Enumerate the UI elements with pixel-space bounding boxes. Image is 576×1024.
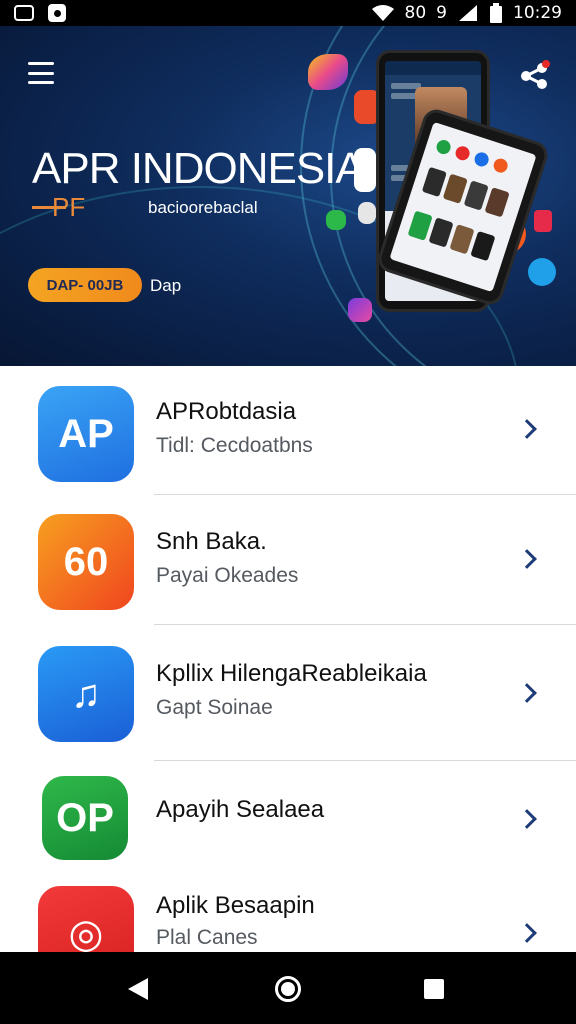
app-title: Kpllix HilengaReableikaia [156, 660, 427, 687]
app-subtitle: Tidl: Cecdoatbns [156, 434, 313, 457]
battery-icon [490, 3, 502, 23]
app-title: Apayih Sealaea [156, 796, 325, 823]
navigation-bar [0, 952, 576, 1024]
recent-apps-icon[interactable] [424, 979, 444, 999]
decorative-globe-icon [528, 258, 556, 286]
list-item[interactable]: OP Apayih Sealaea [0, 762, 576, 892]
app-subtitle: Plal Canes [156, 926, 258, 949]
hero-badge[interactable]: DAP- 00JB [28, 268, 142, 302]
hero-badge-label: Dap [150, 276, 182, 295]
app-icon-glyph: ♫ [71, 671, 101, 716]
signal-icon [459, 5, 477, 21]
decorative-badge-icon [534, 210, 552, 232]
chevron-right-icon [517, 809, 537, 829]
target-icon: ◎ [38, 886, 134, 952]
app-title: Aplik Besaapin [156, 892, 315, 919]
divider [154, 760, 576, 761]
chevron-right-icon [517, 419, 537, 439]
chevron-right-icon [517, 923, 537, 943]
app-title: Snh Baka. [156, 528, 267, 555]
signal-label: 9 [436, 3, 447, 23]
list-item[interactable]: 60 Snh Baka. Payai Okeades [0, 496, 576, 626]
status-bar: 80 9 10:29 [0, 0, 576, 26]
app-title: APRobtdasia [156, 398, 297, 425]
hero-subtitle: bacioorebaclal [148, 198, 258, 217]
list-item[interactable]: ◎ Aplik Besaapin Plal Canes [0, 882, 576, 952]
app-icon-glyph: AP [58, 411, 114, 456]
hero-title: APR INDONESIA [32, 144, 365, 193]
app-subtitle: Gapt Soinae [156, 696, 273, 719]
menu-button[interactable] [28, 62, 54, 84]
chevron-right-icon [517, 683, 537, 703]
app-subtitle: Payai Okeades [156, 564, 299, 587]
list-item[interactable]: AP APRobtdasia Tidl: Cecdoatbns [0, 366, 576, 496]
home-icon[interactable] [275, 976, 301, 1002]
data-indicator: 80 [404, 3, 427, 23]
app-list: AP APRobtdasia Tidl: Cecdoatbns 60 Snh B… [0, 366, 576, 952]
clock: 10:29 [513, 3, 562, 23]
op-logo-icon: OP [42, 776, 128, 860]
wifi-icon [371, 5, 394, 21]
app-icon-glyph: 60 [63, 539, 109, 584]
divider [154, 494, 576, 495]
back-icon[interactable] [128, 978, 148, 1000]
hero-logo: PF [32, 192, 85, 223]
hero-logo-text: PF [52, 192, 86, 222]
decorative-tag-icon [326, 210, 346, 230]
app-icon-glyph: OP [56, 795, 114, 840]
apr-logo-icon: AP [38, 386, 134, 482]
divider [154, 624, 576, 625]
gallery-icon [14, 5, 34, 21]
sixty-logo-icon: 60 [38, 514, 134, 610]
list-item[interactable]: ♫ Kpllix HilengaReableikaia Gapt Soinae [0, 626, 576, 761]
app-icon-glyph: ◎ [68, 912, 104, 952]
notification-icon [48, 4, 66, 22]
share-icon[interactable] [518, 60, 550, 92]
hero-banner: APR INDONESIA PF bacioorebaclal DAP- 00J… [0, 26, 576, 366]
chevron-right-icon [517, 549, 537, 569]
decorative-card [358, 202, 376, 224]
refresh-music-icon: ♫ [38, 646, 134, 742]
decorative-app-icon [348, 298, 372, 322]
decorative-app-icon [308, 54, 348, 90]
